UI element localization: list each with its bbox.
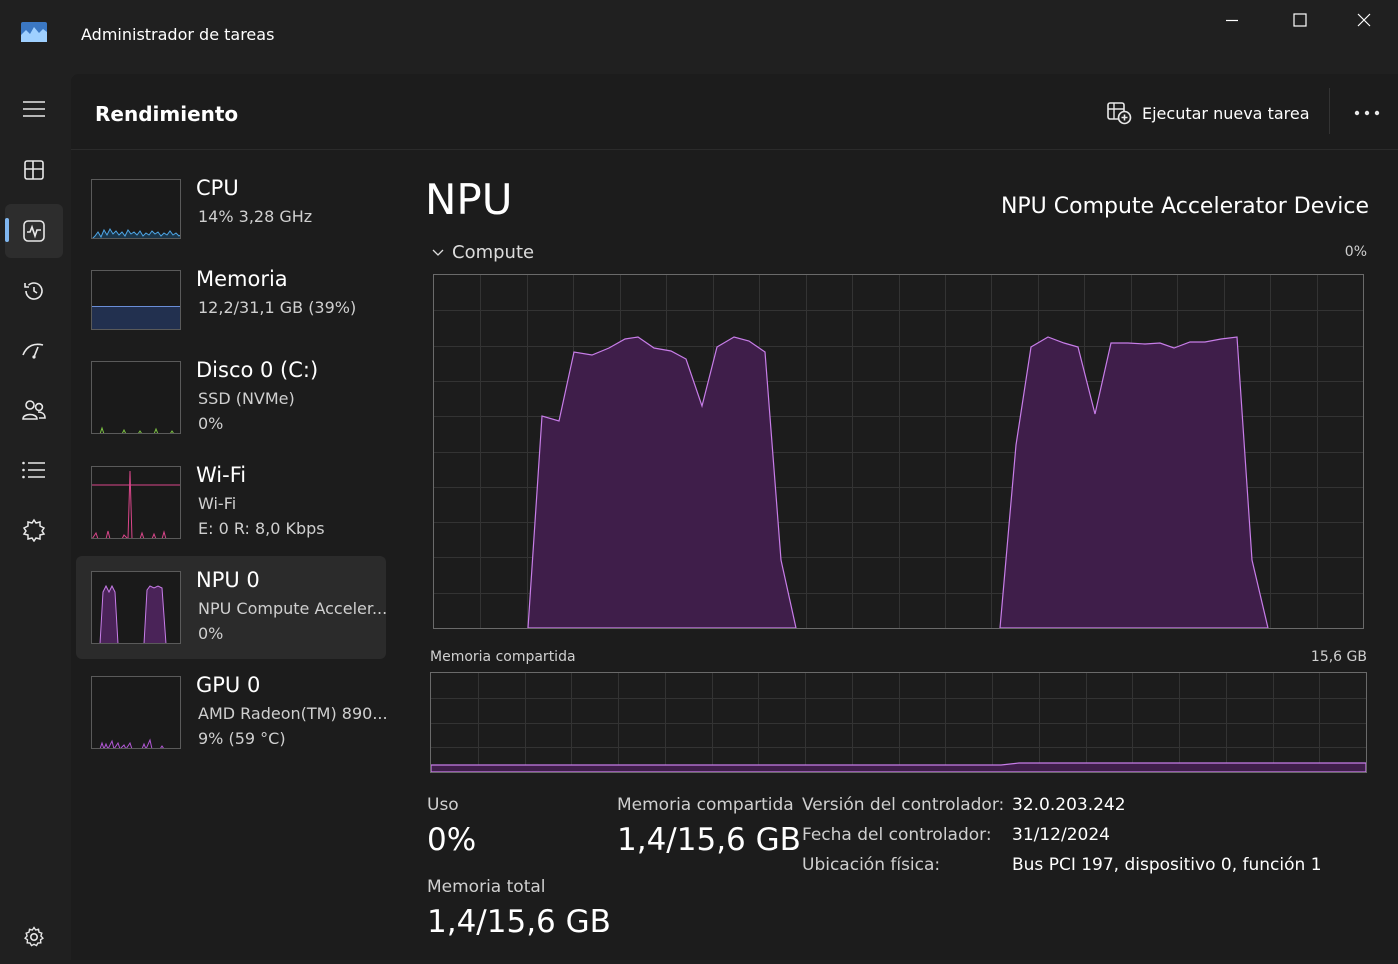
detail-title: NPU bbox=[425, 175, 513, 224]
nav-startup-apps[interactable] bbox=[5, 323, 63, 377]
detail-device-name: NPU Compute Accelerator Device bbox=[1000, 194, 1369, 219]
driver-version-label: Versión del controlador: bbox=[802, 795, 1005, 815]
compute-utilization-area bbox=[527, 336, 1269, 629]
close-button[interactable] bbox=[1330, 0, 1398, 40]
compute-max-percent: 0% bbox=[1344, 244, 1367, 260]
nav-details[interactable] bbox=[5, 443, 63, 497]
device-type: SSD (NVMe) bbox=[198, 389, 295, 408]
total-memory-value: 1,4/15,6 GB bbox=[427, 904, 611, 940]
nav-services[interactable] bbox=[5, 503, 63, 557]
task-manager-app-icon bbox=[21, 22, 47, 42]
driver-version-value: 32.0.203.242 bbox=[1012, 795, 1126, 815]
gpu-thumbnail-graph bbox=[91, 676, 181, 749]
nav-users[interactable] bbox=[5, 383, 63, 437]
compute-engine-selector[interactable]: Compute bbox=[432, 242, 534, 263]
usage-value: 0% bbox=[427, 822, 477, 858]
device-item-npu[interactable]: NPU 0 NPU Compute Acceler... 0% bbox=[76, 556, 388, 659]
window-title: Administrador de tareas bbox=[81, 25, 275, 44]
device-name: Wi-Fi bbox=[196, 463, 247, 487]
device-stat: 0% bbox=[198, 414, 224, 433]
nav-menu-toggle[interactable] bbox=[5, 82, 63, 136]
physical-location-label: Ubicación física: bbox=[802, 855, 941, 875]
disk-thumbnail-graph bbox=[91, 361, 181, 434]
driver-date-label: Fecha del controlador: bbox=[802, 825, 992, 845]
page-title: Rendimiento bbox=[95, 102, 239, 126]
nav-app-history[interactable] bbox=[5, 264, 63, 318]
run-task-icon bbox=[1107, 102, 1132, 125]
hamburger-menu-icon bbox=[23, 101, 45, 117]
usage-label: Uso bbox=[427, 795, 459, 815]
nav-performance[interactable] bbox=[5, 204, 63, 258]
processes-icon bbox=[24, 160, 44, 180]
header-divider bbox=[1329, 88, 1330, 134]
more-options-button[interactable] bbox=[1345, 94, 1389, 132]
run-task-label: Ejecutar nueva tarea bbox=[1142, 103, 1310, 123]
details-icon bbox=[22, 461, 45, 479]
driver-date-value: 31/12/2024 bbox=[1012, 825, 1110, 845]
app-history-icon bbox=[24, 282, 43, 300]
device-item-disk[interactable]: Disco 0 (C:) SSD (NVMe) 0% bbox=[76, 346, 386, 448]
device-name: GPU 0 bbox=[196, 673, 261, 697]
nav-processes[interactable] bbox=[5, 143, 63, 197]
device-type: Wi-Fi bbox=[198, 494, 237, 513]
device-name: Memoria bbox=[196, 267, 288, 291]
compute-label: Compute bbox=[452, 242, 535, 263]
physical-location-value: Bus PCI 197, dispositivo 0, función 1 bbox=[1012, 855, 1322, 875]
device-stat: 9% (59 °C) bbox=[198, 729, 286, 748]
total-memory-label: Memoria total bbox=[427, 877, 546, 897]
device-name: CPU bbox=[196, 176, 239, 200]
startup-apps-icon bbox=[22, 343, 44, 359]
device-name: Disco 0 (C:) bbox=[196, 358, 319, 382]
minimize-button[interactable] bbox=[1198, 0, 1266, 40]
device-type: NPU Compute Acceler... bbox=[198, 599, 388, 618]
users-icon bbox=[22, 400, 46, 420]
device-stat: 12,2/31,1 GB (39%) bbox=[198, 298, 357, 317]
active-nav-indicator bbox=[5, 218, 9, 242]
device-name: NPU 0 bbox=[196, 568, 260, 592]
maximize-icon bbox=[1293, 13, 1307, 27]
nav-settings[interactable] bbox=[5, 910, 63, 964]
device-item-cpu[interactable]: CPU 14% 3,28 GHz bbox=[76, 164, 386, 252]
shared-memory-max: 15,6 GB bbox=[1310, 649, 1367, 665]
chevron-down-icon bbox=[432, 249, 444, 256]
settings-icon bbox=[24, 926, 44, 947]
more-options-icon bbox=[1354, 110, 1380, 116]
close-icon bbox=[1357, 13, 1371, 27]
device-stat: 14% 3,28 GHz bbox=[198, 207, 313, 226]
compute-utilization-graph bbox=[433, 274, 1364, 629]
maximize-button[interactable] bbox=[1266, 0, 1334, 40]
services-icon bbox=[22, 518, 46, 542]
device-stat: E: 0 R: 8,0 Kbps bbox=[198, 519, 325, 538]
device-item-memory[interactable]: Memoria 12,2/31,1 GB (39%) bbox=[76, 255, 386, 343]
shared-memory-value: 1,4/15,6 GB bbox=[617, 822, 801, 858]
device-item-gpu[interactable]: GPU 0 AMD Radeon(TM) 890... 9% (59 °C) bbox=[76, 661, 388, 763]
shared-memory-graph-label: Memoria compartida bbox=[430, 649, 576, 665]
performance-icon bbox=[23, 220, 45, 242]
memory-thumbnail-graph bbox=[91, 270, 181, 330]
shared-memory-label: Memoria compartida bbox=[617, 795, 794, 815]
device-stat: 0% bbox=[198, 624, 224, 643]
run-new-task-button[interactable]: Ejecutar nueva tarea bbox=[1100, 94, 1320, 132]
memory-usage-fill bbox=[92, 306, 180, 329]
shared-memory-graph bbox=[430, 672, 1367, 773]
cpu-thumbnail-graph bbox=[91, 179, 181, 239]
wifi-thumbnail-graph bbox=[91, 466, 181, 539]
device-type: AMD Radeon(TM) 890... bbox=[198, 704, 388, 723]
minimize-icon bbox=[1226, 19, 1238, 22]
device-item-wifi[interactable]: Wi-Fi Wi-Fi E: 0 R: 8,0 Kbps bbox=[76, 451, 386, 553]
npu-thumbnail-graph bbox=[91, 571, 181, 644]
